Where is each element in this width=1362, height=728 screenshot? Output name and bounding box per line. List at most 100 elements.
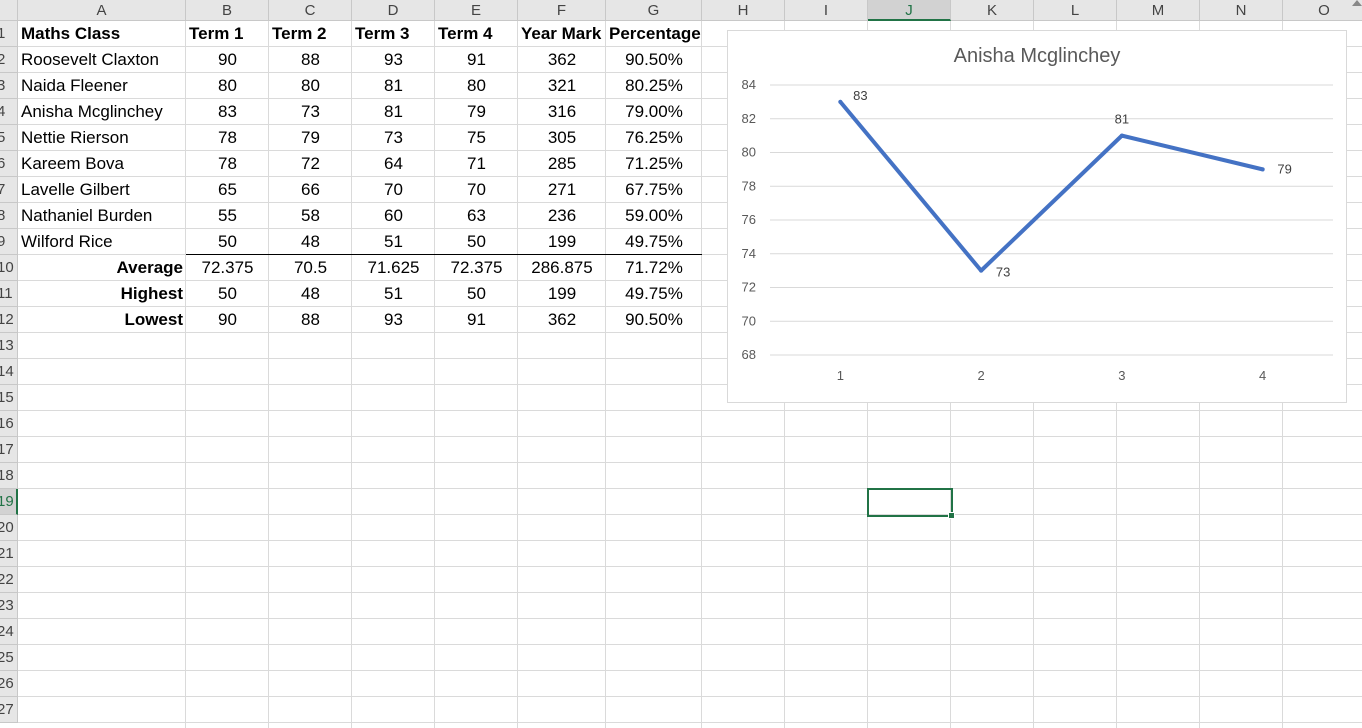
score-cell[interactable]: 285 <box>518 151 606 177</box>
row-header-9[interactable]: 9 <box>0 229 18 255</box>
header-cell[interactable]: Year Mark <box>518 21 606 47</box>
score-cell[interactable]: 78 <box>186 125 269 151</box>
column-header-i[interactable]: I <box>785 0 868 21</box>
row-header-22[interactable]: 22 <box>0 567 18 593</box>
line-chart[interactable]: Anisha Mcglinchey 68 70 72 74 76 78 80 82 84 1 2 3 4… <box>727 30 1347 403</box>
row-header-26[interactable]: 26 <box>0 671 18 697</box>
score-cell[interactable]: 71.25% <box>606 151 702 177</box>
score-cell[interactable]: 50 <box>186 229 269 255</box>
score-cell[interactable]: 236 <box>518 203 606 229</box>
header-cell[interactable]: Term 3 <box>352 21 435 47</box>
column-header-k[interactable]: K <box>951 0 1034 21</box>
summary-value-cell[interactable]: 71.72% <box>606 255 702 281</box>
score-cell[interactable]: 83 <box>186 99 269 125</box>
row-header-18[interactable]: 18 <box>0 463 18 489</box>
score-cell[interactable]: 60 <box>352 203 435 229</box>
summary-value-cell[interactable]: 70.5 <box>269 255 352 281</box>
header-cell[interactable]: Maths Class <box>18 21 186 47</box>
score-cell[interactable]: 63 <box>435 203 518 229</box>
header-cell[interactable]: Term 2 <box>269 21 352 47</box>
student-name-cell[interactable]: Nathaniel Burden <box>18 203 186 229</box>
row-header-7[interactable]: 7 <box>0 177 18 203</box>
column-header-b[interactable]: B <box>186 0 269 21</box>
summary-value-cell[interactable]: 93 <box>352 307 435 333</box>
row-header-10[interactable]: 10 <box>0 255 18 281</box>
score-cell[interactable]: 199 <box>518 229 606 255</box>
score-cell[interactable]: 58 <box>269 203 352 229</box>
row-header-23[interactable]: 23 <box>0 593 18 619</box>
row-header-4[interactable]: 4 <box>0 99 18 125</box>
score-cell[interactable]: 80 <box>186 73 269 99</box>
student-name-cell[interactable]: Roosevelt Claxton <box>18 47 186 73</box>
student-name-cell[interactable]: Wilford Rice <box>18 229 186 255</box>
score-cell[interactable]: 93 <box>352 47 435 73</box>
column-header-g[interactable]: G <box>606 0 702 21</box>
row-header-25[interactable]: 25 <box>0 645 18 671</box>
column-header-l[interactable]: L <box>1034 0 1117 21</box>
summary-value-cell[interactable]: 91 <box>435 307 518 333</box>
row-header-3[interactable]: 3 <box>0 73 18 99</box>
score-cell[interactable]: 51 <box>352 229 435 255</box>
header-cell[interactable]: Term 1 <box>186 21 269 47</box>
row-header-17[interactable]: 17 <box>0 437 18 463</box>
row-header-14[interactable]: 14 <box>0 359 18 385</box>
summary-label-cell[interactable]: Highest <box>18 281 186 307</box>
summary-value-cell[interactable]: 90 <box>186 307 269 333</box>
score-cell[interactable]: 362 <box>518 47 606 73</box>
score-cell[interactable]: 80 <box>269 73 352 99</box>
score-cell[interactable]: 73 <box>269 99 352 125</box>
score-cell[interactable]: 80.25% <box>606 73 702 99</box>
score-cell[interactable]: 79 <box>269 125 352 151</box>
score-cell[interactable]: 90 <box>186 47 269 73</box>
score-cell[interactable]: 48 <box>269 229 352 255</box>
summary-value-cell[interactable]: 50 <box>435 281 518 307</box>
column-header-h[interactable]: H <box>702 0 785 21</box>
row-header-21[interactable]: 21 <box>0 541 18 567</box>
summary-value-cell[interactable]: 72.375 <box>186 255 269 281</box>
column-header-a[interactable]: A <box>18 0 186 21</box>
row-header-5[interactable]: 5 <box>0 125 18 151</box>
score-cell[interactable]: 305 <box>518 125 606 151</box>
score-cell[interactable]: 59.00% <box>606 203 702 229</box>
score-cell[interactable]: 91 <box>435 47 518 73</box>
score-cell[interactable]: 73 <box>352 125 435 151</box>
column-header-c[interactable]: C <box>269 0 352 21</box>
summary-value-cell[interactable]: 72.375 <box>435 255 518 281</box>
score-cell[interactable]: 81 <box>352 99 435 125</box>
active-cell-selection[interactable] <box>867 488 955 519</box>
student-name-cell[interactable]: Naida Fleener <box>18 73 186 99</box>
summary-value-cell[interactable]: 88 <box>269 307 352 333</box>
summary-label-cell[interactable]: Lowest <box>18 307 186 333</box>
score-cell[interactable]: 71 <box>435 151 518 177</box>
summary-value-cell[interactable]: 286.875 <box>518 255 606 281</box>
summary-label-cell[interactable]: Average <box>18 255 186 281</box>
student-name-cell[interactable]: Lavelle Gilbert <box>18 177 186 203</box>
score-cell[interactable]: 64 <box>352 151 435 177</box>
column-header-m[interactable]: M <box>1117 0 1200 21</box>
score-cell[interactable]: 80 <box>435 73 518 99</box>
row-header-12[interactable]: 12 <box>0 307 18 333</box>
score-cell[interactable]: 79 <box>435 99 518 125</box>
summary-value-cell[interactable]: 90.50% <box>606 307 702 333</box>
row-header-20[interactable]: 20 <box>0 515 18 541</box>
row-header-19[interactable]: 19 <box>0 489 18 515</box>
row-header-24[interactable]: 24 <box>0 619 18 645</box>
row-header-27[interactable]: 27 <box>0 697 18 723</box>
row-header-13[interactable]: 13 <box>0 333 18 359</box>
select-all-corner[interactable] <box>0 0 18 21</box>
summary-value-cell[interactable]: 50 <box>186 281 269 307</box>
score-cell[interactable]: 55 <box>186 203 269 229</box>
row-header-6[interactable]: 6 <box>0 151 18 177</box>
score-cell[interactable]: 67.75% <box>606 177 702 203</box>
row-header-15[interactable]: 15 <box>0 385 18 411</box>
column-header-j[interactable]: J <box>868 0 951 21</box>
student-name-cell[interactable]: Nettie Rierson <box>18 125 186 151</box>
score-cell[interactable]: 81 <box>352 73 435 99</box>
column-header-d[interactable]: D <box>352 0 435 21</box>
column-header-e[interactable]: E <box>435 0 518 21</box>
column-header-f[interactable]: F <box>518 0 606 21</box>
score-cell[interactable]: 70 <box>352 177 435 203</box>
score-cell[interactable]: 79.00% <box>606 99 702 125</box>
row-header-16[interactable]: 16 <box>0 411 18 437</box>
row-header-11[interactable]: 11 <box>0 281 18 307</box>
